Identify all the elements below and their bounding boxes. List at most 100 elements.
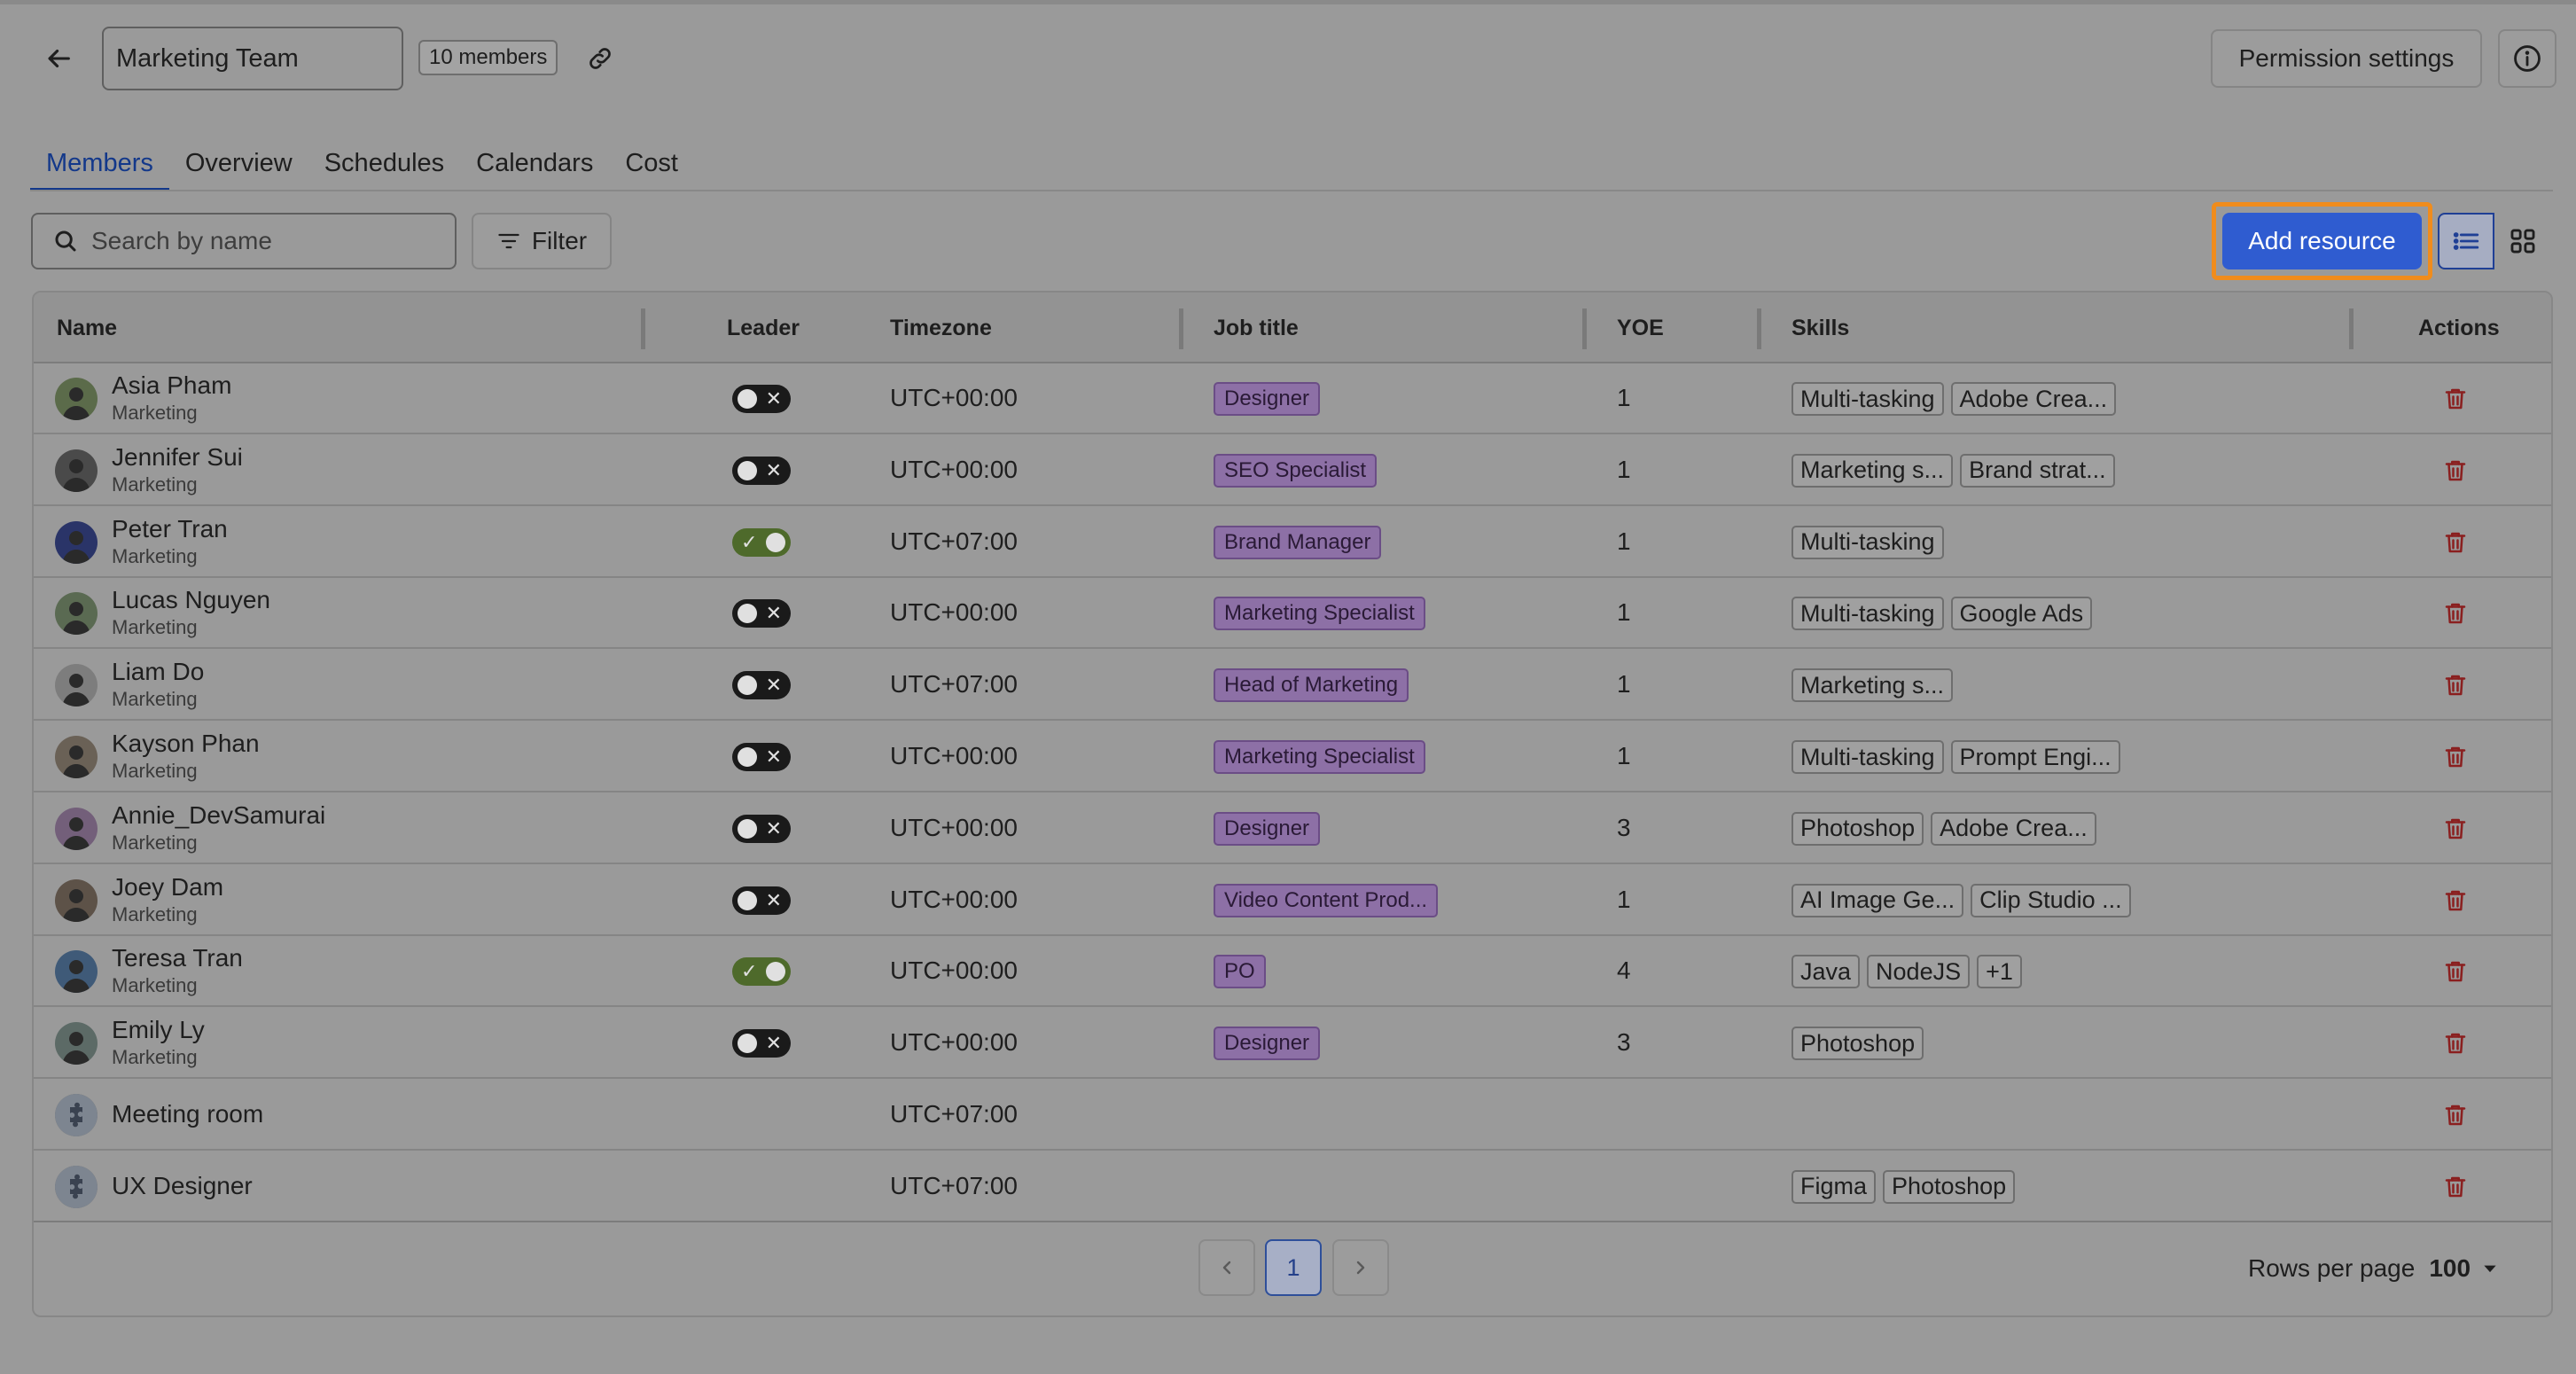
leader-toggle[interactable]: ✕ <box>732 599 791 628</box>
next-page-button[interactable] <box>1332 1239 1389 1296</box>
delete-button[interactable] <box>2439 383 2471 415</box>
delete-button[interactable] <box>2439 597 2471 629</box>
toggle-knob <box>766 532 785 552</box>
tab-cost[interactable]: Cost <box>609 142 694 190</box>
skills-list: Photoshop Adobe Crea... <box>1791 811 2096 846</box>
permission-settings-button[interactable]: Permission settings <box>2211 29 2482 88</box>
column-resize-handle[interactable] <box>641 308 645 349</box>
table-row[interactable]: Annie_DevSamurai Marketing ✕ UTC+00:00 Desig… <box>34 793 2551 864</box>
copy-link-button[interactable] <box>581 39 620 78</box>
check-icon: ✓ <box>741 960 758 983</box>
column-header-leader[interactable]: Leader <box>727 293 800 363</box>
resource-name: UX Designer <box>112 1171 253 1199</box>
table-row[interactable]: Emily Ly Marketing ✕ UTC+00:00 Designer 3 Phot… <box>34 1008 2551 1080</box>
delete-button[interactable] <box>2439 1171 2471 1203</box>
avatar <box>55 736 98 778</box>
tab-overview[interactable]: Overview <box>169 142 308 190</box>
table-row[interactable]: Teresa Tran Marketing ✓ UTC+00:00 PO 4 Java Nod… <box>34 936 2551 1008</box>
toggle-knob <box>766 962 785 982</box>
info-icon <box>2514 45 2541 72</box>
table-row[interactable]: Lucas Nguyen Marketing ✕ UTC+00:00 Marketing… <box>34 578 2551 650</box>
person-silhouette <box>62 674 90 707</box>
table-row[interactable]: UX Designer UTC+07:00 Figma Photoshop <box>34 1152 2551 1222</box>
job-title-tag: Head of Marketing <box>1214 668 1409 703</box>
rows-per-page-label: Rows per page <box>2248 1254 2416 1282</box>
column-header-yoe[interactable]: YOE <box>1617 293 1664 363</box>
person-silhouette <box>62 602 90 636</box>
filter-button[interactable]: Filter <box>472 213 612 269</box>
page-1-button[interactable]: 1 <box>1265 1239 1322 1296</box>
timezone-cell: UTC+00:00 <box>890 742 1018 769</box>
column-resize-handle[interactable] <box>1582 308 1587 349</box>
yoe-cell: 1 <box>1617 885 1631 913</box>
rows-per-page-select[interactable]: 100 <box>2429 1254 2499 1283</box>
yoe-cell: 3 <box>1617 813 1631 841</box>
column-resize-handle[interactable] <box>1757 308 1761 349</box>
avatar <box>55 807 98 850</box>
column-header-name[interactable]: Name <box>57 293 117 363</box>
timezone-cell: UTC+07:00 <box>890 670 1018 699</box>
tab-calendars[interactable]: Calendars <box>460 142 609 190</box>
timezone-cell: UTC+07:00 <box>890 527 1018 555</box>
column-resize-handle[interactable] <box>1179 308 1183 349</box>
leader-toggle[interactable]: ✕ <box>732 1029 791 1058</box>
back-button[interactable] <box>39 39 78 78</box>
leader-toggle[interactable]: ✕ <box>732 814 791 843</box>
grid-view-toggle[interactable] <box>2494 213 2551 269</box>
delete-button[interactable] <box>2439 956 2471 988</box>
search-box <box>31 213 457 269</box>
leader-toggle[interactable]: ✕ <box>732 886 791 915</box>
delete-button[interactable] <box>2439 669 2471 701</box>
table-header: Name Leader Timezone Job title YOE Skill… <box>34 293 2551 363</box>
column-header-skills[interactable]: Skills <box>1791 293 1849 363</box>
column-header-timezone[interactable]: Timezone <box>890 293 992 363</box>
leader-toggle[interactable]: ✓ <box>732 527 791 557</box>
prev-page-button[interactable] <box>1198 1239 1255 1296</box>
table-row[interactable]: Asia Pham Marketing ✕ UTC+00:00 Designer 1 Mul… <box>34 363 2551 434</box>
delete-button[interactable] <box>2439 813 2471 845</box>
member-name: Emily Ly <box>112 1016 205 1044</box>
table-row[interactable]: Peter Tran Marketing ✓ UTC+07:00 Brand Manag… <box>34 507 2551 578</box>
chevron-right-icon <box>1356 1261 1365 1275</box>
delete-button[interactable] <box>2439 455 2471 487</box>
chevron-left-icon <box>1222 1261 1231 1275</box>
member-team: Marketing <box>112 402 198 424</box>
member-name-block: Lucas Nguyen Marketing <box>112 585 270 640</box>
table-row[interactable]: Liam Do Marketing ✕ UTC+07:00 Head of Market… <box>34 650 2551 722</box>
add-resource-button[interactable]: Add resource <box>2222 213 2422 269</box>
leader-toggle[interactable]: ✕ <box>732 456 791 485</box>
avatar <box>55 592 98 636</box>
leader-toggle[interactable]: ✕ <box>732 385 791 413</box>
job-title-tag: SEO Specialist <box>1214 453 1378 488</box>
table-row[interactable]: Meeting room UTC+07:00 <box>34 1080 2551 1151</box>
info-button[interactable] <box>2498 29 2556 88</box>
timezone-cell: UTC+00:00 <box>890 455 1018 483</box>
column-resize-handle[interactable] <box>2349 308 2354 349</box>
trash-icon <box>2445 675 2466 696</box>
delete-button[interactable] <box>2439 885 2471 917</box>
delete-button[interactable] <box>2439 1099 2471 1131</box>
team-name-input[interactable] <box>102 27 403 90</box>
member-name-block: Kayson Phan Marketing <box>112 729 260 784</box>
x-icon: ✕ <box>765 1032 782 1055</box>
column-header-actions: Actions <box>2418 315 2500 340</box>
delete-button[interactable] <box>2439 741 2471 773</box>
timezone-cell: UTC+00:00 <box>890 384 1018 411</box>
delete-button[interactable] <box>2439 1027 2471 1059</box>
leader-toggle[interactable]: ✓ <box>732 957 791 987</box>
table-row[interactable]: Joey Dam Marketing ✕ UTC+00:00 Video Content… <box>34 865 2551 936</box>
resource-name: Meeting room <box>112 1100 264 1128</box>
skill-tag: Photoshop <box>1883 1169 2016 1204</box>
list-view-toggle[interactable] <box>2438 213 2494 269</box>
person-silhouette <box>62 387 90 420</box>
leader-toggle[interactable]: ✕ <box>732 671 791 700</box>
person-silhouette <box>62 1032 90 1066</box>
column-header-job-title[interactable]: Job title <box>1214 293 1299 363</box>
delete-button[interactable] <box>2439 527 2471 558</box>
tab-schedules[interactable]: Schedules <box>308 142 460 190</box>
tab-members[interactable]: Members <box>30 142 169 191</box>
table-row[interactable]: Jennifer Sui Marketing ✕ UTC+00:00 SEO Speci… <box>34 435 2551 506</box>
search-input[interactable] <box>91 227 455 255</box>
leader-toggle[interactable]: ✕ <box>732 743 791 771</box>
table-row[interactable]: Kayson Phan Marketing ✕ UTC+00:00 Marketing … <box>34 722 2551 792</box>
